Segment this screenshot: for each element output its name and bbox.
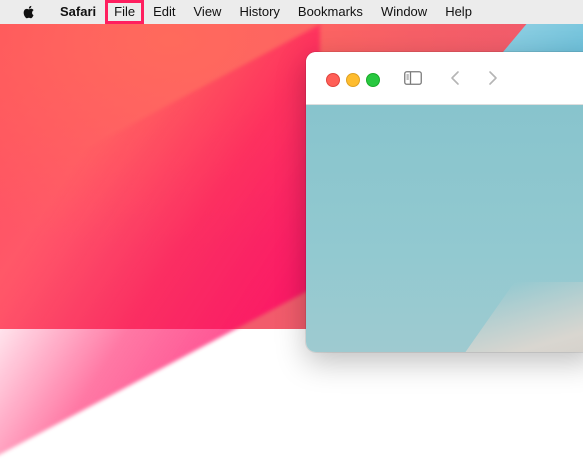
content-decoration [437,282,583,352]
close-window-button[interactable] [326,73,340,87]
sidebar-toggle-icon[interactable] [404,70,422,86]
menu-file[interactable]: File [105,0,145,24]
menu-history[interactable]: History [230,0,288,24]
minimize-window-button[interactable] [346,73,360,87]
apple-logo-icon[interactable] [21,4,37,20]
menu-bookmarks[interactable]: Bookmarks [289,0,372,24]
menu-view[interactable]: View [185,0,231,24]
menu-app-safari[interactable]: Safari [51,0,105,24]
window-toolbar [306,52,583,105]
safari-window [306,52,583,352]
wallpaper-shade [0,24,320,476]
zoom-window-button[interactable] [366,73,380,87]
menu-edit[interactable]: Edit [144,0,184,24]
menu-bar: Safari File Edit View History Bookmarks … [0,0,583,24]
web-content-area[interactable] [306,105,583,352]
chevron-right-icon[interactable] [483,70,501,86]
menu-help[interactable]: Help [436,0,481,24]
menu-window[interactable]: Window [372,0,436,24]
chevron-left-icon[interactable] [447,70,465,86]
